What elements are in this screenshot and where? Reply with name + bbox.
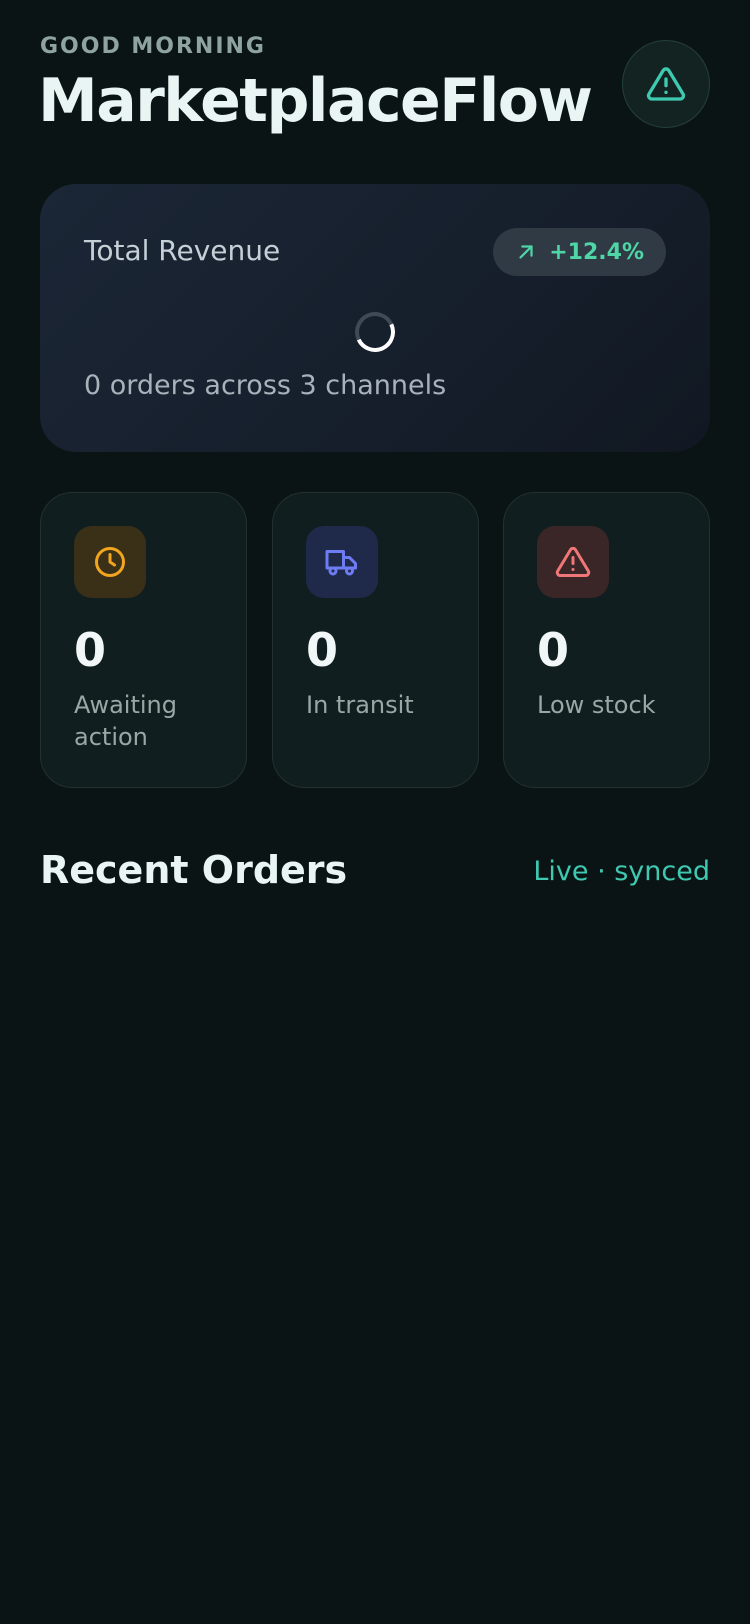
arrow-up-right-icon — [519, 245, 533, 259]
warning-triangle-icon — [646, 67, 686, 101]
stat-card-awaiting[interactable]: 0 Awaiting action — [40, 492, 247, 788]
recent-orders-title: Recent Orders — [40, 848, 348, 892]
greeting-text: GOOD MORNING — [40, 34, 266, 59]
stat-label: Awaiting action — [74, 691, 177, 751]
revenue-delta-badge: +12.4% — [493, 228, 666, 276]
stat-value: 0 — [537, 623, 570, 677]
revenue-label: Total Revenue — [84, 234, 281, 267]
stat-icon-tile — [306, 526, 378, 598]
stat-label: In transit — [306, 691, 414, 719]
clock-icon — [95, 547, 125, 577]
dashboard-screen: GOOD MORNING MarketplaceFlow Total Reven… — [0, 0, 750, 1624]
revenue-card[interactable]: Total Revenue +12.4% 0 orders across 3 c… — [40, 184, 710, 452]
stat-icon-tile — [537, 526, 609, 598]
loading-spinner — [349, 306, 401, 358]
warning-triangle-icon — [555, 546, 591, 577]
app-title: MarketplaceFlow — [38, 66, 593, 136]
alerts-button[interactable] — [622, 40, 710, 128]
revenue-delta-value: +12.4% — [549, 239, 644, 265]
stat-card-low-stock[interactable]: 0 Low stock — [503, 492, 710, 788]
stat-value: 0 — [74, 623, 107, 677]
stat-card-in-transit[interactable]: 0 In transit — [272, 492, 479, 788]
revenue-subtitle: 0 orders across 3 channels — [84, 370, 447, 401]
stat-icon-tile — [74, 526, 146, 598]
stat-value: 0 — [306, 623, 339, 677]
stat-label: Low stock — [537, 691, 656, 719]
sync-status: Live · synced — [533, 856, 710, 887]
truck-icon — [325, 550, 357, 576]
